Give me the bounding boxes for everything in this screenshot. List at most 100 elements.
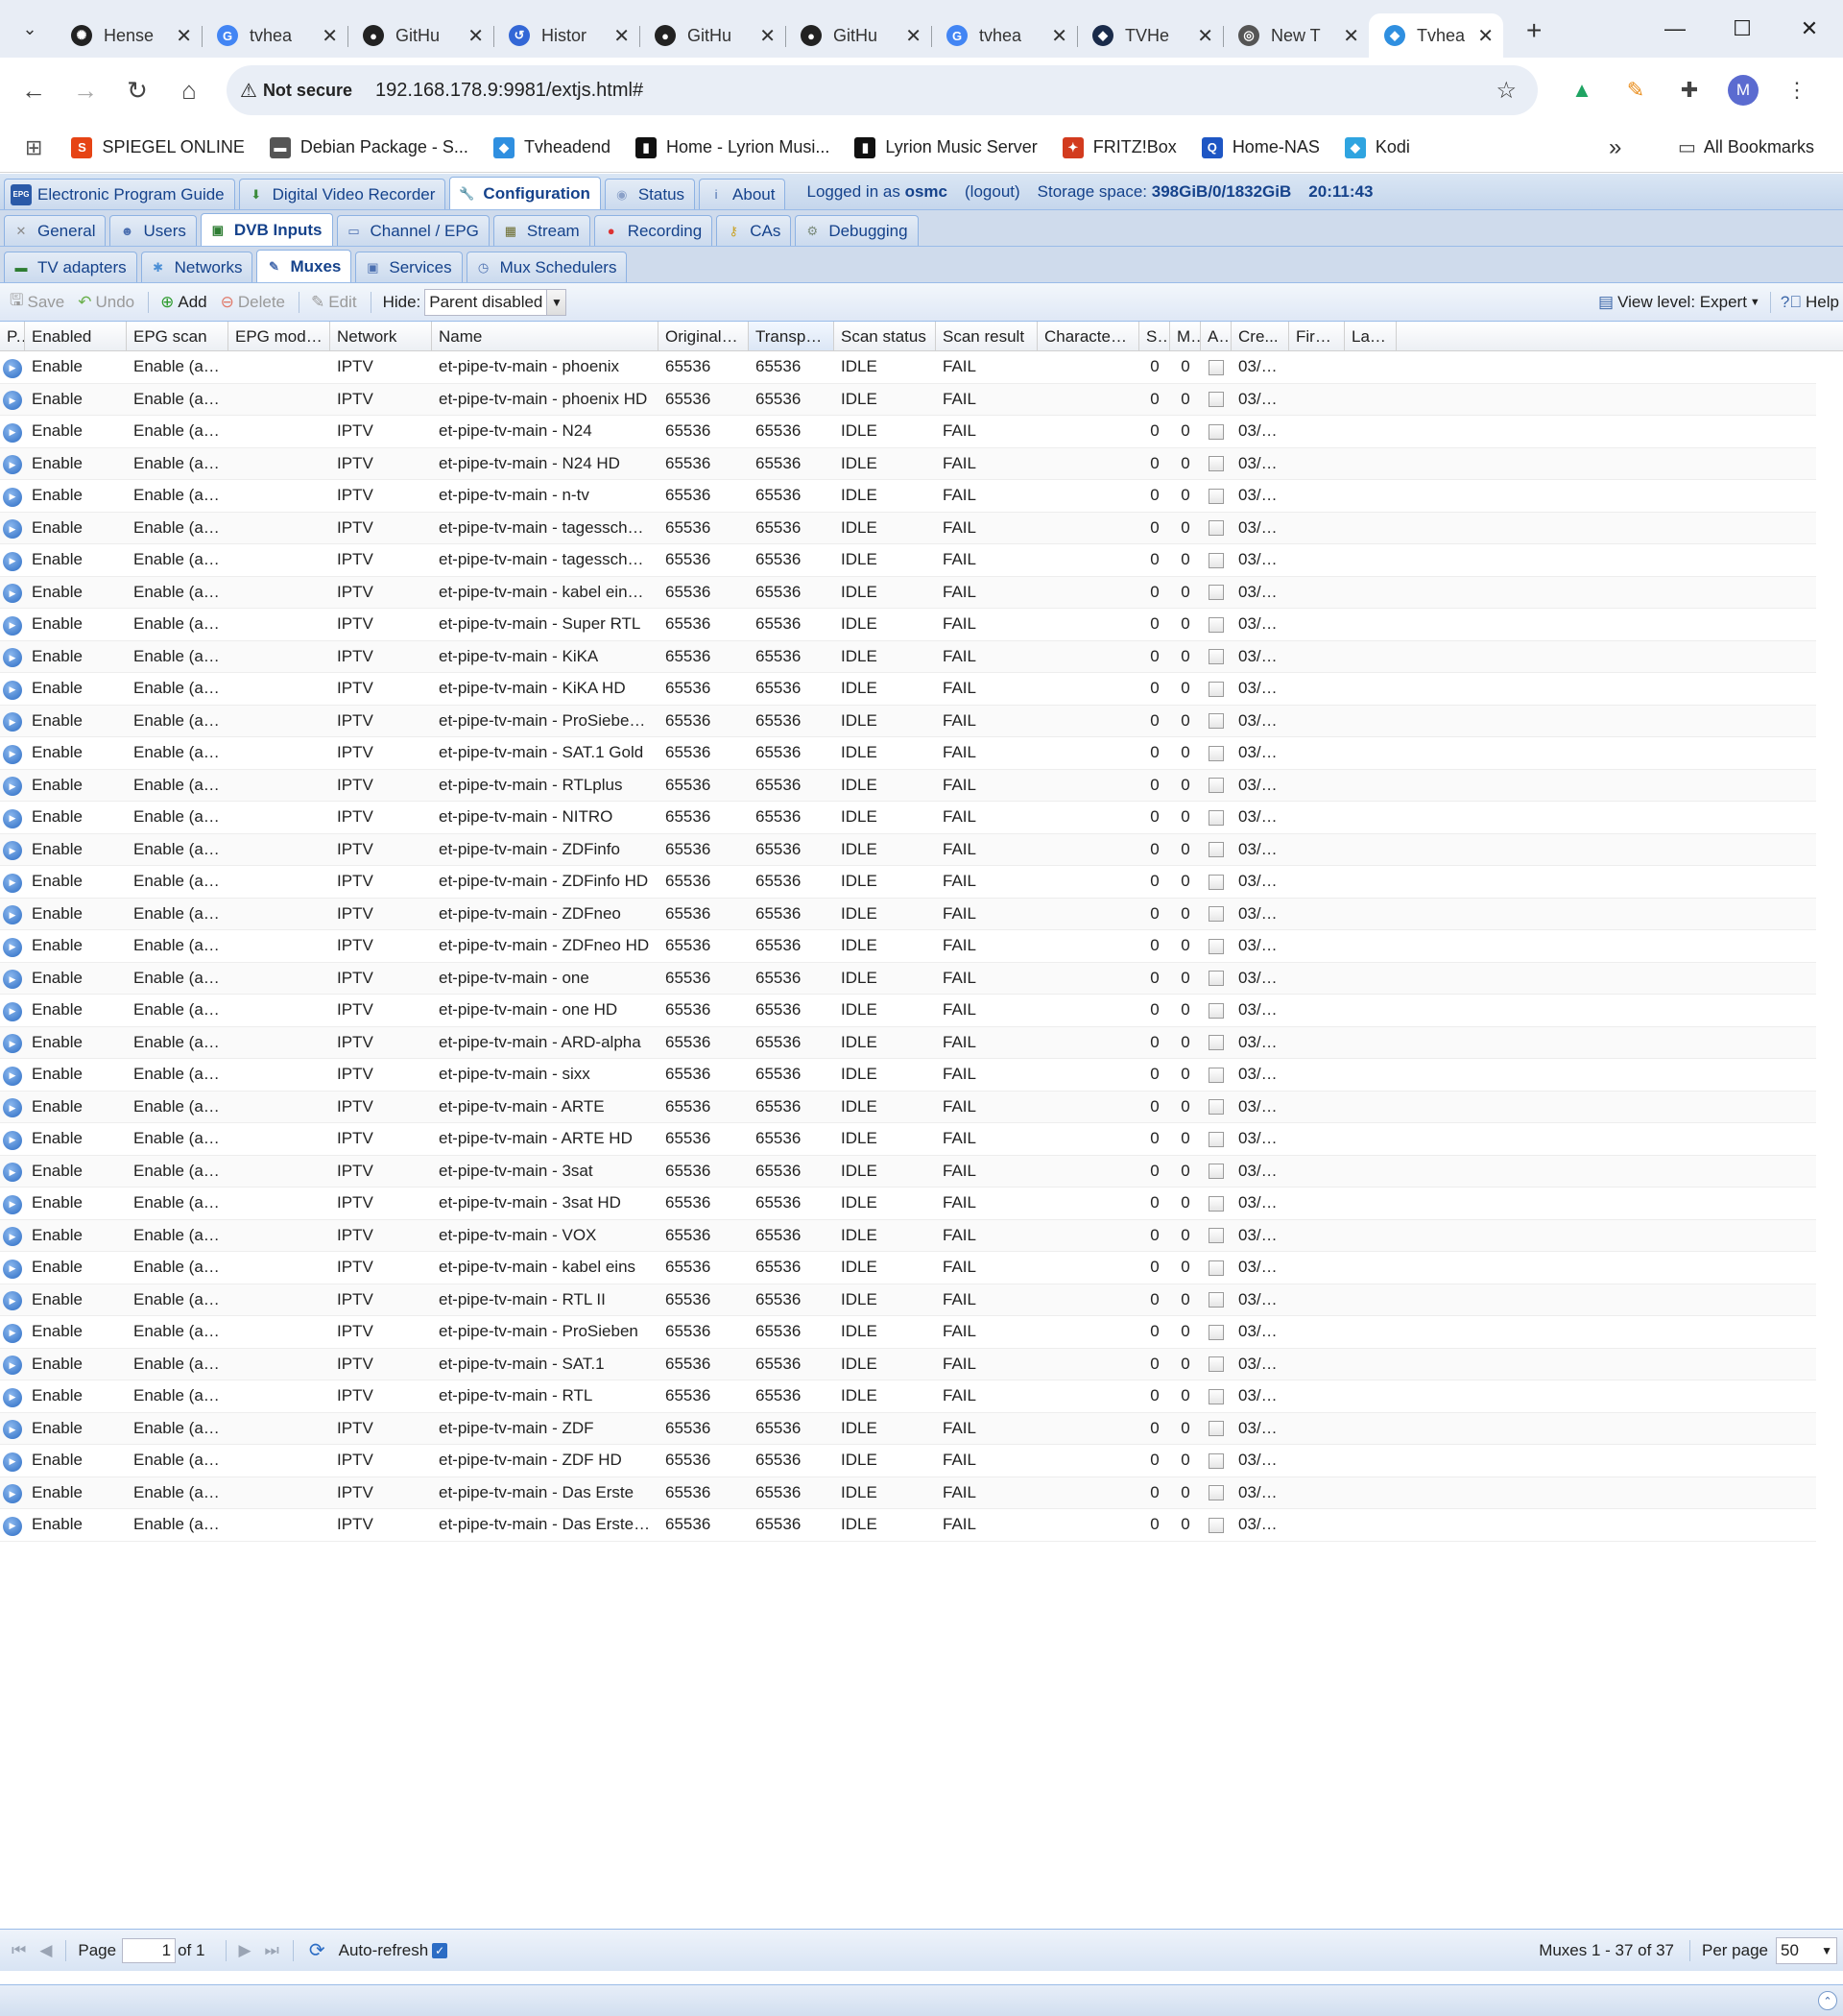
a-cell[interactable]	[1201, 1386, 1232, 1405]
table-row[interactable]: ▶ Enable Enable (auto) IPTV et-pipe-tv-main …	[0, 447, 1816, 480]
checkbox[interactable]	[1209, 713, 1224, 730]
a-cell[interactable]	[1201, 1162, 1232, 1181]
play-icon[interactable]: ▶	[3, 1098, 22, 1117]
new-tab-button[interactable]: +	[1526, 15, 1542, 46]
view-level-menu[interactable]: ▤ View level: Expert ▼	[1598, 293, 1760, 312]
a-cell[interactable]	[1201, 614, 1232, 634]
play-icon[interactable]: ▶	[3, 1387, 22, 1407]
last-page-icon[interactable]: ⏭	[265, 1941, 279, 1960]
column-header[interactable]: P...	[0, 322, 25, 350]
a-cell[interactable]	[1201, 421, 1232, 441]
play-cell[interactable]: ▶	[0, 678, 25, 700]
play-cell[interactable]: ▶	[0, 1257, 25, 1279]
a-cell[interactable]	[1201, 776, 1232, 795]
close-tab-icon[interactable]: ✕	[1343, 24, 1359, 48]
play-cell[interactable]: ▶	[0, 1418, 25, 1439]
checkbox[interactable]	[1209, 938, 1224, 954]
play-cell[interactable]: ▶	[0, 1192, 25, 1214]
play-cell[interactable]: ▶	[0, 1064, 25, 1086]
tab-dvb-inputs[interactable]: ▣ DVB Inputs	[200, 213, 333, 246]
a-cell[interactable]	[1201, 1322, 1232, 1341]
checkbox[interactable]	[1209, 1292, 1224, 1308]
a-cell[interactable]	[1201, 486, 1232, 505]
play-icon[interactable]: ▶	[3, 1163, 22, 1182]
play-cell[interactable]: ▶	[0, 1482, 25, 1503]
close-tab-icon[interactable]: ✕	[322, 24, 338, 48]
tab-muxes[interactable]: ✎ Muxes	[256, 250, 352, 282]
column-header[interactable]: Enabled	[25, 322, 127, 350]
a-cell[interactable]	[1201, 872, 1232, 891]
play-icon[interactable]: ▶	[3, 1356, 22, 1375]
forward-icon[interactable]: →	[60, 76, 111, 106]
tab-stream[interactable]: ▦ Stream	[492, 215, 590, 246]
play-icon[interactable]: ▶	[3, 1066, 22, 1086]
table-row[interactable]: ▶ Enable Enable (auto) IPTV et-pipe-tv-main …	[0, 1091, 1816, 1123]
checkbox[interactable]	[1209, 1421, 1224, 1437]
a-cell[interactable]	[1201, 1451, 1232, 1470]
table-row[interactable]: ▶ Enable Enable (auto) IPTV et-pipe-tv-main …	[0, 416, 1816, 448]
table-row[interactable]: ▶ Enable Enable (auto) IPTV et-pipe-tv-main …	[0, 640, 1816, 673]
a-cell[interactable]	[1201, 1033, 1232, 1052]
play-icon[interactable]: ▶	[3, 712, 22, 732]
bookmark-item[interactable]: ✦ FRITZ!Box	[1062, 136, 1177, 158]
play-icon[interactable]: ▶	[3, 744, 22, 764]
table-row[interactable]: ▶ Enable Enable (auto) IPTV et-pipe-tv-main …	[0, 1509, 1816, 1542]
play-cell[interactable]: ▶	[0, 1514, 25, 1536]
tab-recording[interactable]: ● Recording	[593, 215, 713, 246]
column-header[interactable]: EPG module id	[228, 322, 330, 350]
a-cell[interactable]	[1201, 583, 1232, 602]
checkbox[interactable]	[1209, 520, 1224, 537]
checkbox[interactable]	[1209, 1228, 1224, 1244]
checkbox[interactable]	[1209, 423, 1224, 440]
play-icon[interactable]: ▶	[3, 1484, 22, 1503]
checkbox[interactable]	[1209, 1099, 1224, 1116]
table-row[interactable]: ▶ Enable Enable (auto) IPTV et-pipe-tv-main …	[0, 1059, 1816, 1092]
play-icon[interactable]: ▶	[3, 1034, 22, 1053]
a-cell[interactable]	[1201, 1000, 1232, 1020]
a-cell[interactable]	[1201, 936, 1232, 955]
table-row[interactable]: ▶ Enable Enable (auto) IPTV et-pipe-tv-main …	[0, 962, 1816, 995]
tab-digital-video-recorder[interactable]: ⬇ Digital Video Recorder	[238, 179, 446, 209]
checkbox[interactable]	[1209, 1002, 1224, 1019]
checkbox[interactable]	[1209, 488, 1224, 504]
play-icon[interactable]: ▶	[3, 1194, 22, 1214]
browser-tab[interactable]: ● GitHu ✕	[639, 13, 785, 58]
column-header[interactable]: Scan result	[936, 322, 1038, 350]
table-row[interactable]: ▶ Enable Enable (auto) IPTV et-pipe-tv-main …	[0, 1445, 1816, 1477]
table-row[interactable]: ▶ Enable Enable (auto) IPTV et-pipe-tv-main …	[0, 737, 1816, 770]
table-row[interactable]: ▶ Enable Enable (auto) IPTV et-pipe-tv-main …	[0, 1316, 1816, 1349]
checkbox[interactable]	[1209, 809, 1224, 826]
play-icon[interactable]: ▶	[3, 487, 22, 507]
play-icon[interactable]: ▶	[3, 615, 22, 636]
table-row[interactable]: ▶ Enable Enable (auto) IPTV et-pipe-tv-main …	[0, 576, 1816, 609]
play-cell[interactable]: ▶	[0, 453, 25, 474]
play-icon[interactable]: ▶	[3, 584, 22, 603]
first-page-icon[interactable]: ⏮	[12, 1941, 26, 1960]
checkbox[interactable]	[1209, 681, 1224, 697]
a-cell[interactable]	[1201, 969, 1232, 988]
table-row[interactable]: ▶ Enable Enable (auto) IPTV et-pipe-tv-main …	[0, 480, 1816, 513]
browser-tab[interactable]: ● GitHu ✕	[785, 13, 931, 58]
tab-channel-epg[interactable]: ▭ Channel / EPG	[336, 215, 490, 246]
tab-search-button[interactable]: ⌄	[10, 9, 50, 49]
column-header[interactable]: A...	[1201, 322, 1232, 350]
tab-users[interactable]: ☻ Users	[109, 215, 197, 246]
play-icon[interactable]: ▶	[3, 358, 22, 378]
kebab-menu-icon[interactable]: ⋮	[1770, 78, 1824, 103]
play-cell[interactable]: ▶	[0, 871, 25, 893]
a-cell[interactable]	[1201, 904, 1232, 924]
play-icon[interactable]: ▶	[3, 1227, 22, 1246]
play-icon[interactable]: ▶	[3, 777, 22, 796]
reload-icon[interactable]: ↻	[111, 76, 163, 106]
a-cell[interactable]	[1201, 647, 1232, 666]
close-window-icon[interactable]: ✕	[1776, 16, 1843, 41]
play-cell[interactable]: ▶	[0, 839, 25, 860]
table-row[interactable]: ▶ Enable Enable (auto) IPTV et-pipe-tv-main …	[0, 802, 1816, 834]
checkbox[interactable]	[1209, 616, 1224, 633]
table-row[interactable]: ▶ Enable Enable (auto) IPTV et-pipe-tv-main …	[0, 609, 1816, 641]
table-row[interactable]: ▶ Enable Enable (auto) IPTV et-pipe-tv-main …	[0, 995, 1816, 1027]
tab-general[interactable]: ✕ General	[4, 215, 107, 246]
table-row[interactable]: ▶ Enable Enable (auto) IPTV et-pipe-tv-main …	[0, 1380, 1816, 1413]
table-row[interactable]: ▶ Enable Enable (auto) IPTV et-pipe-tv-main …	[0, 1155, 1816, 1188]
play-icon[interactable]: ▶	[3, 1291, 22, 1310]
